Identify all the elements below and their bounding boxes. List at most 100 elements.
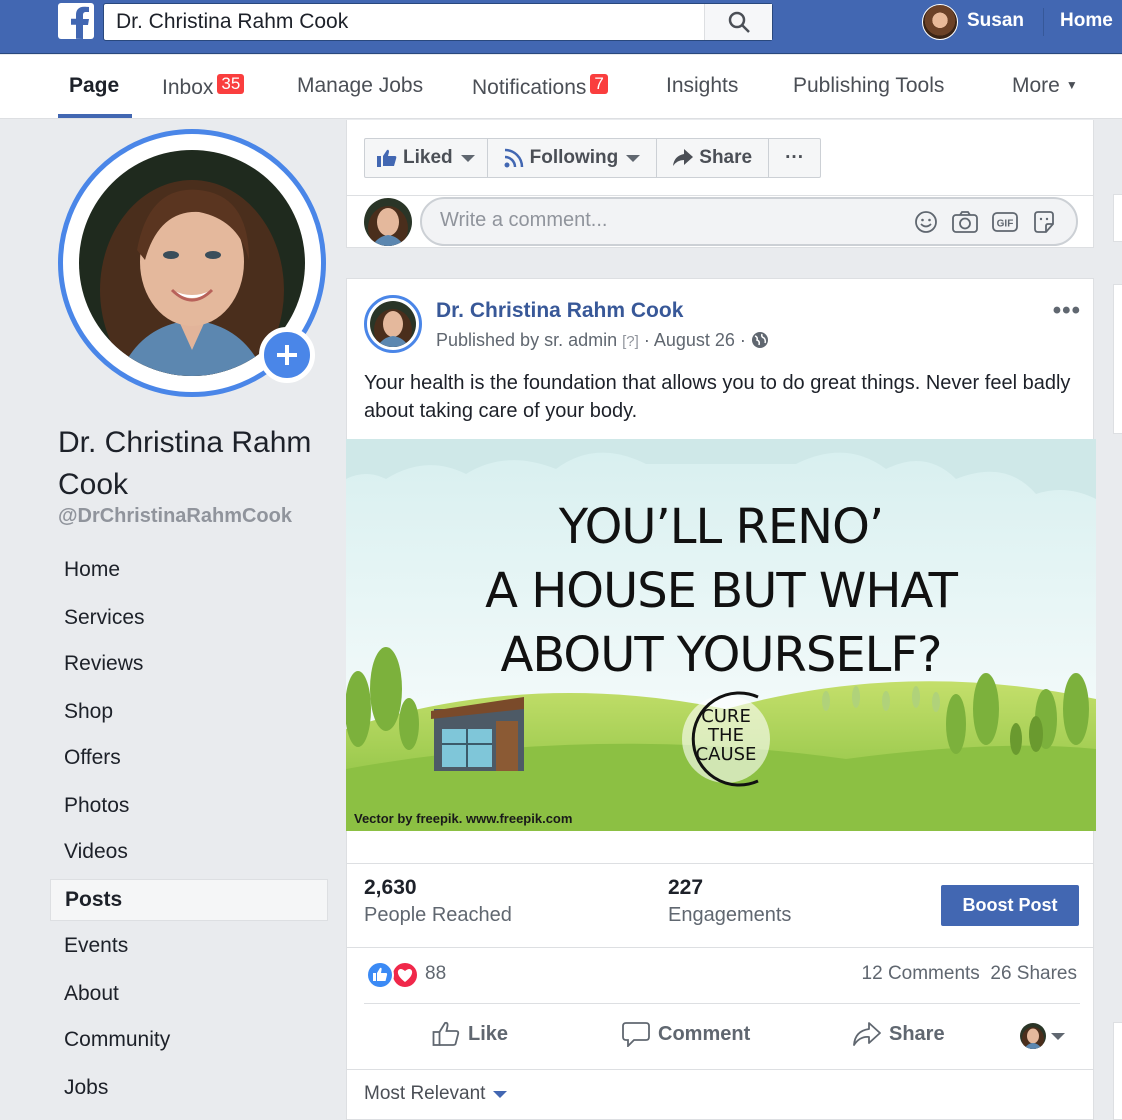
tab-page[interactable]: Page	[69, 74, 119, 98]
sidebar-item-shop[interactable]: Shop	[50, 691, 328, 733]
sidebar-item-about[interactable]: About	[50, 973, 328, 1015]
caret-down-icon[interactable]	[1051, 1033, 1065, 1040]
post-text: Your health is the foundation that allow…	[364, 372, 1071, 422]
thumbs-up-icon	[377, 149, 397, 167]
reaction-count[interactable]: 88	[425, 963, 446, 985]
caret-down-icon	[626, 154, 641, 162]
notifications-badge: 7	[590, 74, 608, 94]
inbox-badge: 35	[217, 74, 245, 94]
sidebar-item-offers[interactable]: Offers	[50, 737, 328, 779]
post-meta: Published by sr. admin [?] · August 26 ·	[436, 330, 769, 351]
add-photo-button[interactable]	[259, 327, 315, 383]
like-button[interactable]: Like	[432, 1021, 508, 1047]
comment-share-counts: 12 Comments 26 Shares	[862, 963, 1077, 985]
tab-label: More	[1012, 74, 1060, 97]
user-avatar[interactable]	[922, 4, 958, 40]
divider	[347, 863, 1093, 864]
search-icon	[728, 11, 750, 33]
camera-icon[interactable]	[952, 210, 978, 234]
page-handle[interactable]: @DrChristinaRahmCook	[58, 505, 292, 528]
tab-label: Inbox	[162, 76, 214, 99]
svg-text:GIF: GIF	[997, 219, 1014, 230]
sidebar-item-home[interactable]: Home	[50, 549, 328, 591]
sidebar-item-reviews[interactable]: Reviews	[50, 643, 328, 685]
divider	[346, 195, 1094, 196]
gif-icon[interactable]: GIF	[992, 210, 1018, 234]
people-reached-count: 2,630	[364, 876, 417, 899]
more-options-button[interactable]: ···	[769, 138, 822, 178]
caret-down-icon	[460, 154, 475, 162]
published-by[interactable]: Published by sr. admin	[436, 330, 617, 350]
page-tabs-bar: Page Inbox 35 Manage Jobs Notifications 7 …	[0, 55, 1122, 119]
comment-placeholder: Write a comment...	[440, 209, 608, 231]
sidebar-item-services[interactable]: Services	[50, 597, 328, 639]
tab-manage-jobs[interactable]: Manage Jobs	[297, 74, 423, 98]
tab-label: Notifications	[472, 76, 587, 99]
divider	[347, 1069, 1093, 1070]
share-label: Share	[699, 147, 753, 168]
liked-button[interactable]: Liked	[364, 138, 488, 178]
like-label: Like	[468, 1022, 509, 1045]
image-headline-line: A HOUSE BUT WHAT	[485, 563, 958, 619]
boost-post-button[interactable]: Boost Post	[941, 885, 1079, 926]
sidebar-item-events[interactable]: Events	[50, 925, 328, 967]
reaction-icons[interactable]	[365, 960, 421, 990]
cure-the-cause-logo: CURE THE CAUSE	[686, 707, 766, 764]
comment-field[interactable]: Write a comment... GIF	[420, 197, 1078, 246]
following-button[interactable]: Following	[487, 138, 658, 178]
help-link[interactable]: [?]	[622, 333, 639, 350]
sidebar-item-posts[interactable]: Posts	[50, 879, 328, 921]
comment-sort-dropdown[interactable]: Most Relevant	[364, 1083, 508, 1105]
page-action-buttons: Liked Following Share ···	[364, 138, 822, 178]
share-arrow-icon	[673, 149, 694, 166]
share-button[interactable]: Share	[853, 1021, 945, 1047]
search-button[interactable]	[704, 4, 772, 40]
image-credit: Vector by freepik. www.freepik.com	[354, 811, 573, 826]
comment-label: Comment	[658, 1022, 751, 1045]
speech-bubble-icon	[622, 1022, 650, 1047]
user-name-link[interactable]: Susan	[967, 10, 1024, 32]
search-input[interactable]	[116, 4, 696, 40]
tab-notifications[interactable]: Notifications 7	[472, 74, 608, 100]
right-card	[1113, 1022, 1122, 1120]
sidebar-item-community[interactable]: Community	[50, 1019, 328, 1061]
caret-down-icon: ▼	[1065, 78, 1078, 92]
facebook-logo-icon[interactable]	[58, 3, 94, 39]
logo-text: THE	[708, 725, 744, 746]
right-column-edge	[1113, 120, 1122, 1120]
share-page-button[interactable]: Share	[657, 138, 770, 178]
caret-down-icon	[493, 1090, 508, 1098]
tab-inbox[interactable]: Inbox 35	[162, 74, 245, 100]
logo-text: CURE	[701, 706, 751, 727]
post-author-link[interactable]: Dr. Christina Rahm Cook	[436, 299, 683, 323]
comment-tools: GIF	[914, 210, 1056, 234]
page-title: Dr. Christina Rahm Cook	[58, 426, 312, 501]
comments-count[interactable]: 12 Comments	[862, 963, 980, 984]
post-options-icon[interactable]: •••	[1053, 297, 1081, 325]
sticker-icon[interactable]	[1032, 210, 1056, 234]
tab-insights[interactable]: Insights	[666, 74, 738, 98]
right-card	[1113, 194, 1122, 242]
sidebar-item-videos[interactable]: Videos	[50, 831, 328, 873]
logo-text: CAUSE	[695, 744, 757, 765]
post-image[interactable]: YOU’LL RENO’ A HOUSE BUT WHAT ABOUT YOUR…	[346, 439, 1096, 831]
tab-label: Page	[69, 74, 120, 97]
sidebar-item-jobs[interactable]: Jobs	[50, 1067, 328, 1109]
home-link[interactable]: Home	[1060, 10, 1113, 32]
sidebar-item-photos[interactable]: Photos	[50, 785, 328, 827]
tab-more[interactable]: More ▼	[1012, 74, 1078, 98]
shares-count[interactable]: 26 Shares	[990, 963, 1077, 984]
post-author-avatar[interactable]	[364, 295, 422, 353]
people-reached-label: People Reached	[364, 904, 512, 926]
share-arrow-icon	[853, 1022, 881, 1046]
globe-icon	[751, 332, 768, 348]
divider	[347, 947, 1093, 948]
post-date[interactable]: · August 26 ·	[644, 330, 746, 350]
comment-button[interactable]: Comment	[622, 1021, 750, 1047]
share-label: Share	[889, 1022, 945, 1045]
thumbs-up-icon	[432, 1021, 460, 1046]
post-as-avatar[interactable]	[1020, 1023, 1046, 1049]
emoji-icon[interactable]	[914, 210, 938, 234]
liked-label: Liked	[403, 147, 453, 168]
tab-publishing-tools[interactable]: Publishing Tools	[793, 74, 944, 98]
